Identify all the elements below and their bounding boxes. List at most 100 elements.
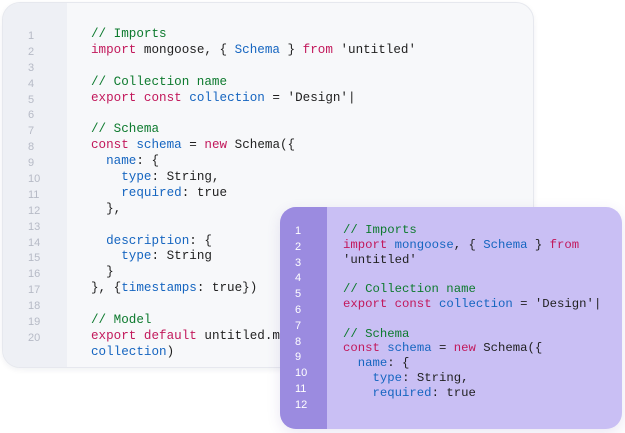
code-token: , { (453, 237, 484, 252)
code-area[interactable]: // Imports import mongoose, { Schema } fr… (343, 223, 618, 401)
line-number: 6 (295, 303, 302, 316)
code-token: Schema (483, 237, 528, 252)
code-line: 'untitled' (343, 253, 618, 268)
code-token: : String, (151, 170, 220, 185)
line-number: 8 (295, 335, 302, 348)
line-number: 8 (28, 141, 35, 154)
code-token: schema (387, 341, 432, 356)
code-line: // Collection name (343, 282, 618, 297)
code-token: import (91, 42, 137, 57)
code-token: name (357, 356, 388, 371)
code-token: const (91, 138, 129, 153)
line-number: 3 (28, 61, 35, 74)
code-token: Schema({ (475, 341, 543, 356)
line-number: 11 (28, 188, 40, 201)
line-numbers: 1 2 3 4 5 6 7 8 9 10 11 12 13 14 15 16 17 18 19 20 (3, 29, 67, 347)
line-number: 10 (28, 173, 41, 186)
code-line: type: String, (91, 170, 525, 186)
line-number: 14 (28, 236, 41, 249)
code-token: const (394, 296, 432, 311)
code-token: export (91, 328, 137, 343)
line-number: 4 (295, 272, 302, 285)
code-token: : String, (402, 370, 469, 385)
line-number: 2 (28, 45, 35, 58)
line-number: 6 (28, 109, 35, 122)
code-token: = (431, 341, 454, 356)
code-token: const (343, 341, 380, 356)
code-token: = 'Design'| (512, 296, 602, 311)
code-token: : true (181, 185, 228, 200)
line-numbers: 1 2 3 4 5 6 7 8 9 10 11 12 (280, 224, 327, 414)
code-token: // Collection name (91, 74, 228, 89)
code-token: }, (91, 201, 122, 216)
code-line: required: true (343, 386, 618, 401)
line-number: 12 (28, 204, 41, 217)
line-number: 5 (295, 288, 302, 301)
code-token: // Imports (91, 27, 167, 41)
code-token: export (91, 90, 137, 105)
code-token: = 'Design'| (264, 90, 356, 105)
code-line: // Imports (343, 223, 618, 238)
code-token: Schema (234, 42, 280, 57)
line-number: 15 (28, 252, 41, 265)
code-token: collection (91, 344, 167, 359)
code-token: type (372, 370, 403, 385)
code-token: required (372, 385, 432, 400)
code-line: // Collection name (91, 75, 525, 91)
code-token: type (121, 249, 152, 264)
code-token: schema (136, 138, 182, 153)
code-line: // Imports (91, 27, 525, 43)
line-number: 16 (28, 268, 41, 281)
code-token: new (204, 138, 228, 153)
code-token: name (106, 154, 137, 169)
code-token: } (279, 42, 303, 57)
line-number: 1 (28, 30, 35, 42)
code-token: // Model (91, 313, 152, 328)
line-number: 17 (28, 284, 41, 297)
code-token: mongoose, { (136, 42, 235, 57)
code-token: type (121, 170, 152, 185)
code-line: export const collection = 'Design'| (91, 91, 525, 107)
code-token: : String (151, 249, 212, 264)
code-token: 'untitled' (343, 252, 417, 267)
code-token: : true}) (196, 281, 258, 296)
code-token: Schema({ (227, 138, 296, 153)
code-token: from (302, 42, 333, 57)
code-line: // Schema (343, 327, 618, 342)
code-token: : true (431, 385, 476, 400)
code-token: new (453, 341, 476, 356)
code-line: // Schema (91, 122, 525, 138)
code-token: timestamps (121, 281, 197, 296)
line-number: 12 (295, 398, 308, 411)
code-token: 'untitled' (332, 42, 417, 57)
code-line: import mongoose, { Schema } from (343, 238, 618, 253)
line-number: 5 (28, 93, 35, 106)
code-token: const (143, 90, 182, 105)
code-token: import (343, 237, 388, 252)
line-number: 11 (295, 382, 307, 395)
code-token: export (343, 296, 388, 311)
code-token: } (91, 265, 114, 280)
code-line: name: { (343, 356, 618, 371)
line-number: 7 (295, 319, 302, 332)
line-number: 2 (295, 240, 302, 253)
code-line: const schema = new Schema({ (91, 138, 525, 154)
code-token: // Schema (91, 122, 160, 137)
code-token: required (121, 185, 182, 200)
line-number: 18 (28, 300, 41, 313)
code-token: collection (438, 296, 513, 311)
line-number: 13 (28, 220, 41, 233)
